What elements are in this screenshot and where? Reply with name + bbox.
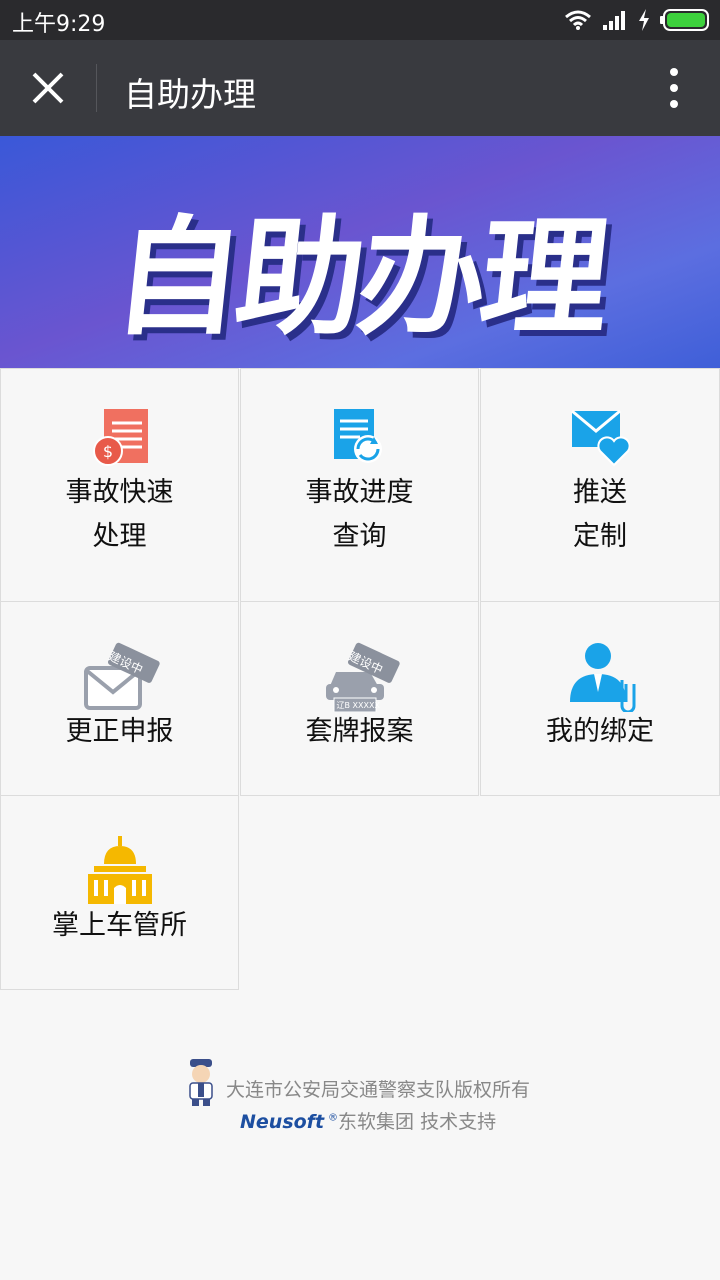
status-icons — [564, 7, 710, 33]
grid-item-accident-progress[interactable]: 事故进度 查询 — [240, 368, 479, 602]
grid-item-correction-report[interactable]: 建设中 更正申报 — [0, 601, 239, 796]
grid-item-label: 更正申报 — [65, 716, 174, 747]
grid-item-label: 掌上车管所 — [52, 910, 187, 941]
close-icon[interactable] — [24, 64, 72, 112]
wifi-icon — [565, 10, 591, 30]
mail-heart-icon — [571, 409, 630, 467]
title-divider — [96, 64, 97, 112]
support-text: 东软集团 技术支持 — [338, 1111, 497, 1133]
grid-item-push-settings[interactable]: 推送 定制 — [480, 368, 720, 602]
grid-item-label: 推送 — [573, 477, 627, 508]
envelope-icon-wrap: 建设中 — [80, 640, 160, 712]
grid-item-label: 事故快速 — [65, 477, 174, 508]
grid-item-label: 套牌报案 — [305, 716, 414, 747]
progress-query-icon — [333, 409, 382, 463]
grid-item-label: 查询 — [332, 521, 387, 552]
charging-icon — [639, 9, 649, 31]
police-mascot-icon — [189, 1059, 213, 1106]
battery-icon — [660, 9, 709, 31]
grid-item-label: 定制 — [573, 521, 627, 552]
building-icon — [87, 836, 152, 904]
accident-bill-icon: $ — [92, 409, 148, 466]
status-time: 上午9:29 — [12, 12, 106, 37]
copyright-text: 大连市公安局交通警察支队版权所有 — [226, 1079, 531, 1101]
grid-item-mobile-dmv[interactable]: 掌上车管所 — [0, 795, 239, 990]
person-clip-icon — [570, 643, 636, 712]
page-title: 自助办理 — [124, 75, 256, 114]
svg-text:$: $ — [102, 442, 112, 461]
registered-mark: ® — [328, 1112, 339, 1124]
car-icon-wrap: 辽B XXXXX 建设中 — [320, 640, 400, 713]
signal-icon — [603, 11, 625, 30]
support-line: Neusoft ®东软集团 技术支持 — [240, 1107, 496, 1134]
title-bar: 自助办理 — [0, 40, 720, 136]
grid-item-my-binding[interactable]: 我的绑定 — [480, 601, 720, 796]
grid-item-cloned-plate-report[interactable]: 辽B XXXXX 建设中 套牌报案 — [240, 601, 479, 796]
banner: 自助办理 — [0, 136, 720, 368]
brand-logo: Neusoft — [240, 1111, 325, 1133]
banner-title: 自助办理 — [106, 204, 611, 353]
more-menu-icon[interactable] — [664, 66, 684, 110]
grid-item-accident-quick[interactable]: $ 事故快速 处理 — [0, 368, 239, 602]
status-bar: 上午9:29 — [0, 0, 720, 40]
grid-item-label: 事故进度 — [305, 477, 414, 508]
grid-item-label: 处理 — [92, 521, 147, 552]
grid-item-label: 我的绑定 — [546, 716, 654, 747]
